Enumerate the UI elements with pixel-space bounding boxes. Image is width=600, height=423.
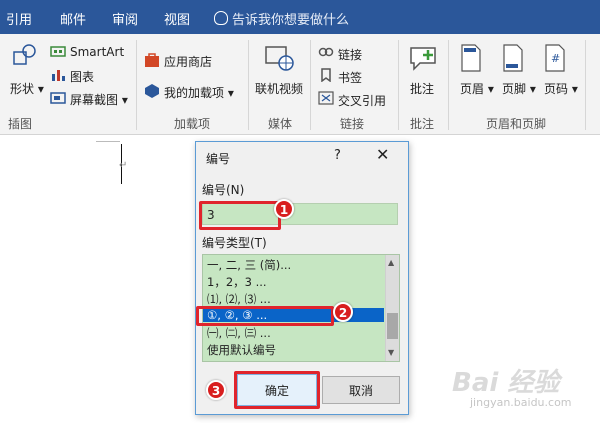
cross-reference-icon [318, 91, 334, 105]
screenshot-label: 屏幕截图 [70, 93, 119, 107]
group-divider [398, 40, 399, 130]
step-badge-2: 2 [333, 302, 353, 322]
dialog-title: 编号 [206, 152, 231, 166]
bookmark-icon [321, 68, 331, 82]
comment-button[interactable]: 批注 [410, 80, 434, 97]
scroll-up-icon[interactable]: ▲ [388, 258, 394, 267]
watermark-logo: Bai 经验 [452, 362, 559, 399]
chart-icon [52, 70, 65, 81]
list-item[interactable]: ㈠, ㈡, ㈢ ... [207, 325, 271, 341]
group-header-footer-label: 页眉和页脚 [486, 117, 547, 131]
ribbon: 形状 ▾ SmartArt 图表 屏幕截图 ▾ 插图 应用商店 我的加载项 ▾ … [0, 34, 600, 135]
bookmark-button[interactable]: 书签 [338, 69, 362, 86]
group-divider [136, 40, 137, 130]
number-type-label: 编号类型(T) [202, 236, 267, 250]
header-button[interactable]: 页眉 ▾ [460, 80, 494, 97]
chart-button[interactable]: 图表 [70, 68, 94, 85]
shapes-icon [13, 44, 36, 65]
highlight-number-input [199, 201, 281, 230]
page-number-label: 页码 [544, 82, 569, 96]
ribbon-tab-bar: 引用 邮件 审阅 视图 告诉我你想要做什么 [0, 0, 600, 34]
online-video-button[interactable]: 联机视频 [255, 80, 303, 97]
my-addins-label: 我的加载项 [164, 86, 225, 100]
footer-button[interactable]: 页脚 ▾ [502, 80, 536, 97]
step-badge-1: 1 [274, 199, 294, 219]
comment-icon [410, 47, 436, 71]
my-addins-button[interactable]: 我的加载项 ▾ [164, 84, 234, 101]
list-scrollbar[interactable]: ▲ ▼ [385, 255, 399, 361]
header-icon [461, 44, 481, 72]
footer-label: 页脚 [502, 82, 527, 96]
highlight-ok-button [234, 371, 320, 409]
group-media-label: 媒体 [268, 117, 293, 131]
scroll-down-icon[interactable]: ▼ [388, 348, 394, 357]
paragraph-mark-icon: ↵ [119, 160, 128, 171]
tab-references[interactable]: 引用 [6, 9, 32, 28]
link-button[interactable]: 链接 [338, 46, 362, 63]
cross-reference-button[interactable]: 交叉引用 [338, 92, 386, 109]
shapes-label: 形状 [10, 82, 35, 96]
help-button[interactable]: ? [334, 148, 341, 163]
page-number-icon: # [545, 44, 565, 72]
tab-review[interactable]: 审阅 [112, 9, 138, 28]
group-links-label: 链接 [340, 117, 365, 131]
group-divider [310, 40, 311, 130]
scrollbar-thumb[interactable] [387, 313, 398, 339]
tab-view[interactable]: 视图 [164, 9, 190, 28]
svg-text:#: # [551, 52, 560, 65]
addins-icon [145, 84, 159, 98]
page-number-button[interactable]: 页码 ▾ [544, 80, 578, 97]
group-divider [248, 40, 249, 130]
group-comments-label: 批注 [410, 117, 435, 131]
step-badge-3: 3 [206, 380, 226, 400]
number-label: 编号(N) [202, 183, 245, 197]
cancel-button[interactable]: 取消 [322, 376, 400, 404]
group-addins-label: 加载项 [174, 117, 211, 131]
list-item[interactable]: 一, 二, 三 (简)... [207, 257, 291, 273]
watermark-url: jingyan.baidu.com [470, 396, 572, 409]
tell-me-text: 告诉我你想要做什么 [232, 13, 350, 28]
screenshot-icon [50, 92, 66, 104]
online-video-icon [265, 46, 294, 71]
group-divider [448, 40, 449, 130]
tab-mailings[interactable]: 邮件 [60, 9, 86, 28]
close-button[interactable]: ✕ [376, 145, 389, 164]
smartart-icon [50, 46, 66, 57]
lightbulb-icon [214, 11, 228, 25]
list-item[interactable]: ⑴, ⑵, ⑶ ... [207, 291, 271, 307]
watermark-logo-text: Bai 经验 [452, 368, 560, 398]
list-item[interactable]: 使用默认编号 [207, 342, 276, 358]
smartart-button[interactable]: SmartArt [70, 45, 124, 59]
highlight-selected-type [196, 306, 334, 326]
tell-me-search[interactable]: 告诉我你想要做什么 [214, 9, 349, 28]
store-icon [145, 53, 159, 67]
group-illustrations-label: 插图 [8, 117, 33, 131]
shapes-button[interactable]: 形状 ▾ [10, 80, 44, 97]
margin-guide [96, 141, 120, 142]
group-divider [585, 40, 586, 130]
list-item[interactable]: 1，2，3 ... [207, 274, 267, 290]
store-button[interactable]: 应用商店 [164, 53, 212, 70]
header-label: 页眉 [460, 82, 485, 96]
footer-icon [503, 44, 523, 72]
link-icon [318, 47, 334, 57]
screenshot-button[interactable]: 屏幕截图 ▾ [70, 91, 128, 108]
